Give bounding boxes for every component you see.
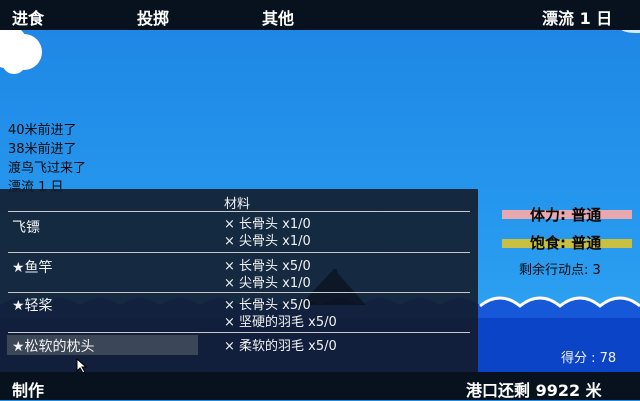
recipe-dart-materials: × 长骨头 x1/0 × 尖骨头 x1/0 bbox=[224, 216, 311, 250]
menu-other-button[interactable]: 其他 bbox=[262, 5, 294, 29]
action-points-label: 剩余行动点: 3 bbox=[519, 263, 601, 278]
recipe-light-oar[interactable]: ★轻桨 bbox=[12, 295, 53, 315]
log-line: 渡鸟飞过来了 bbox=[8, 161, 87, 176]
recipe-soft-pillow[interactable]: ★松软的枕头 bbox=[12, 336, 95, 356]
material-line: × 尖骨头 x1/0 bbox=[224, 276, 311, 291]
material-line: × 长骨头 x1/0 bbox=[224, 217, 311, 232]
bottom-bar: 制作 港口还剩 9922 米 bbox=[0, 372, 640, 400]
material-line: × 坚硬的羽毛 x5/0 bbox=[224, 315, 337, 330]
material-line: × 长骨头 x5/0 bbox=[224, 259, 311, 274]
recipe-soft-pillow-materials: × 柔软的羽毛 x5/0 bbox=[224, 338, 337, 355]
port-distance-label: 港口还剩 9922 米 bbox=[466, 381, 602, 400]
menu-eat-button[interactable]: 进食 bbox=[12, 5, 44, 29]
row-divider bbox=[8, 332, 470, 333]
recipe-fishing-rod[interactable]: ★鱼竿 bbox=[12, 257, 53, 277]
menu-throw-button[interactable]: 投掷 bbox=[137, 5, 169, 29]
material-line: × 柔软的羽毛 x5/0 bbox=[224, 339, 337, 354]
log-line: 40米前进了 bbox=[8, 123, 77, 138]
materials-header: 材料 bbox=[224, 197, 251, 212]
cloud-top-left bbox=[0, 26, 42, 74]
event-log: 40米前进了 38米前进了 渡鸟飞过来了 漂流 1 日 bbox=[8, 121, 86, 197]
hunger-label: 饱食: 普通 bbox=[530, 234, 602, 252]
log-line: 38米前进了 bbox=[8, 142, 77, 157]
row-divider bbox=[8, 292, 470, 293]
recipe-dart[interactable]: 飞镖 bbox=[12, 217, 40, 237]
material-line: × 长骨头 x5/0 bbox=[224, 298, 311, 313]
score-label: 得分 : 78 bbox=[561, 351, 617, 366]
top-menu-bar: 进食 投掷 其他 漂流 1 日 bbox=[0, 0, 640, 30]
row-divider bbox=[8, 211, 470, 212]
recipe-light-oar-materials: × 长骨头 x5/0 × 坚硬的羽毛 x5/0 bbox=[224, 297, 337, 331]
material-line: × 尖骨头 x1/0 bbox=[224, 234, 311, 249]
row-divider bbox=[8, 252, 470, 253]
drift-day-label: 漂流 1 日 bbox=[542, 9, 613, 28]
craft-button[interactable]: 制作 bbox=[12, 377, 44, 401]
craft-panel: 材料 飞镖 × 长骨头 x1/0 × 尖骨头 x1/0 ★鱼竿 × 长骨头 x5… bbox=[0, 189, 478, 372]
stamina-label: 体力: 普通 bbox=[530, 206, 602, 224]
recipe-fishing-rod-materials: × 长骨头 x5/0 × 尖骨头 x1/0 bbox=[224, 258, 311, 292]
